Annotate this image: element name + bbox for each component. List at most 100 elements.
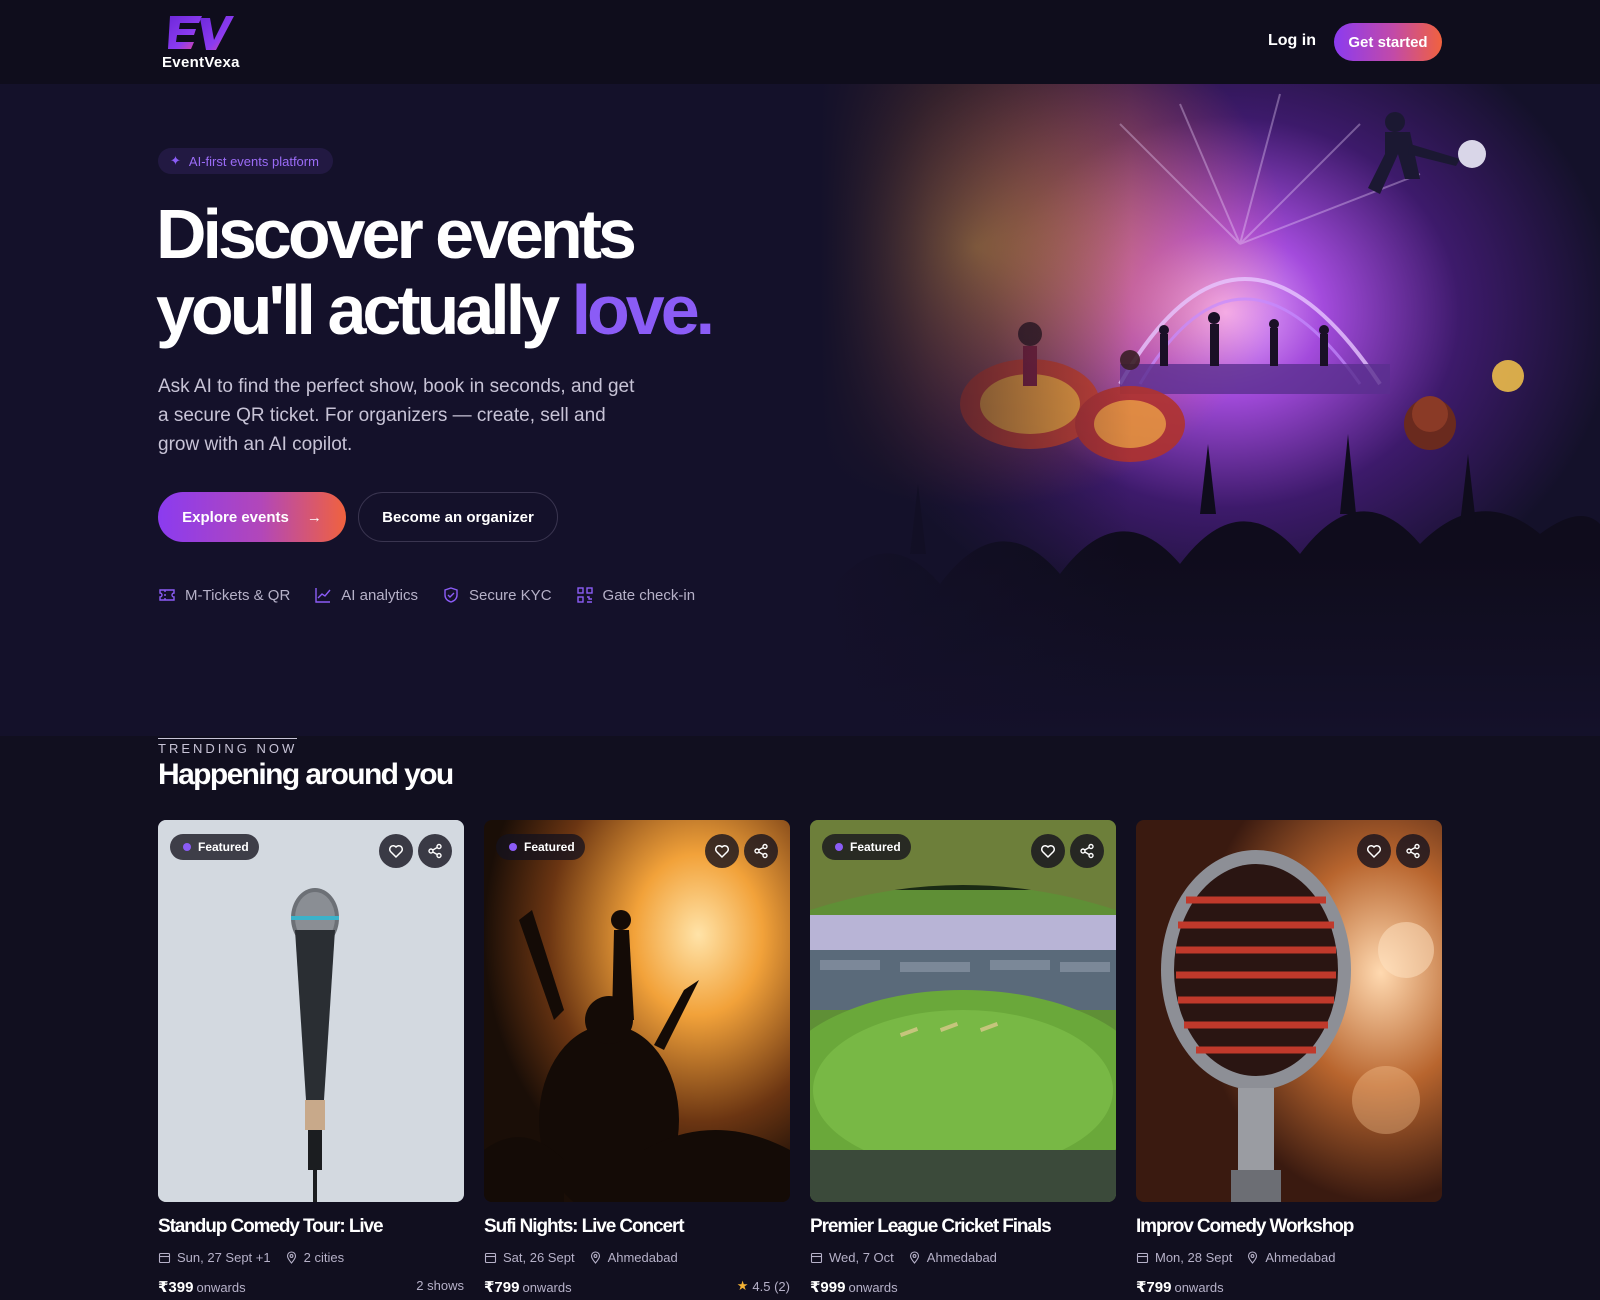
sparkle-icon: ✦ bbox=[170, 153, 181, 168]
feature-list: M-Tickets & QR AI analytics Secure KYC G… bbox=[158, 586, 695, 604]
calendar-icon bbox=[810, 1252, 823, 1264]
heart-icon bbox=[1366, 844, 1382, 859]
calendar-icon bbox=[1136, 1252, 1149, 1264]
heart-icon bbox=[388, 844, 404, 859]
event-card[interactable]: Featured Premier League Cricket Finals W… bbox=[810, 820, 1116, 1300]
share-button[interactable] bbox=[1396, 834, 1430, 868]
logo-mark-icon bbox=[168, 16, 234, 50]
ai-badge-label: AI-first events platform bbox=[188, 153, 319, 169]
hero-title-line1: Discover events bbox=[156, 195, 637, 273]
event-extra-text: 2 shows bbox=[416, 1278, 464, 1293]
event-image[interactable]: Featured bbox=[810, 820, 1116, 1202]
event-date: Sun, 27 Sept +1 bbox=[158, 1250, 271, 1265]
event-price-suffix: onwards bbox=[848, 1280, 898, 1295]
hero-section: ✦ AI-first events platform Discover even… bbox=[0, 84, 1600, 736]
event-price-amount: ₹999 bbox=[810, 1279, 846, 1296]
trending-title: Happening around you bbox=[158, 758, 454, 791]
event-price: ₹799 onwards bbox=[484, 1278, 572, 1296]
brand-logo[interactable]: EventVexa bbox=[162, 14, 252, 71]
qr-code-icon bbox=[576, 587, 593, 603]
favorite-button[interactable] bbox=[379, 834, 413, 868]
featured-badge: Featured bbox=[170, 834, 259, 860]
event-date-text: Wed, 7 Oct bbox=[829, 1250, 894, 1265]
ticket-icon bbox=[159, 589, 175, 601]
map-pin-icon bbox=[909, 1251, 919, 1264]
event-extra-text: 4.5 (2) bbox=[752, 1278, 790, 1294]
event-location: Ahmedabad bbox=[589, 1250, 678, 1265]
event-date: Wed, 7 Oct bbox=[810, 1250, 894, 1265]
event-date: Sat, 26 Sept bbox=[484, 1250, 575, 1265]
event-price-amount: ₹799 bbox=[1136, 1279, 1172, 1296]
event-price-suffix: onwards bbox=[1174, 1280, 1224, 1295]
heart-icon bbox=[1040, 844, 1056, 859]
event-date-text: Sun, 27 Sept +1 bbox=[177, 1250, 271, 1265]
hero-image-fade bbox=[820, 84, 1600, 736]
chart-line-icon bbox=[315, 588, 331, 603]
event-card[interactable]: Featured Sufi Nights: Live Concert Sat, … bbox=[484, 820, 790, 1300]
event-rating: ★ 4.5 (2) bbox=[737, 1278, 790, 1294]
event-date: Mon, 28 Sept bbox=[1136, 1250, 1232, 1265]
share-button[interactable] bbox=[1070, 834, 1104, 868]
become-organizer-button[interactable]: Become an organizer bbox=[358, 492, 558, 542]
map-pin-icon bbox=[286, 1251, 296, 1264]
share-button[interactable] bbox=[744, 834, 778, 868]
event-location: Ahmedabad bbox=[908, 1250, 997, 1265]
favorite-button[interactable] bbox=[1031, 834, 1065, 868]
event-location-text: 2 cities bbox=[303, 1250, 345, 1265]
feature-label: Secure KYC bbox=[468, 586, 552, 604]
trending-kicker: TRENDING NOW bbox=[158, 738, 298, 756]
share-icon bbox=[1406, 843, 1420, 859]
concert-photo bbox=[484, 820, 790, 1202]
event-card-list: Featured Standup Comedy Tour: Live Sun, … bbox=[158, 820, 1442, 1300]
event-image[interactable] bbox=[1136, 820, 1442, 1202]
feature-label: AI analytics bbox=[341, 586, 418, 604]
event-card[interactable]: Featured Standup Comedy Tour: Live Sun, … bbox=[158, 820, 464, 1300]
vintage-microphone-photo bbox=[1136, 820, 1442, 1202]
share-icon bbox=[428, 843, 442, 859]
map-pin-icon bbox=[590, 1251, 600, 1264]
cricket-stadium-photo bbox=[810, 820, 1116, 1202]
event-location-text: Ahmedabad bbox=[926, 1250, 997, 1265]
event-price: ₹399 onwards bbox=[158, 1278, 246, 1296]
feature-ai-analytics: AI analytics bbox=[314, 586, 418, 604]
event-price: ₹799 onwards bbox=[1136, 1278, 1224, 1296]
event-price-amount: ₹799 bbox=[484, 1279, 520, 1296]
feature-label: M-Tickets & QR bbox=[185, 586, 291, 604]
event-title[interactable]: Premier League Cricket Finals bbox=[810, 1216, 1052, 1238]
hero-subtitle: Ask AI to find the perfect show, book in… bbox=[158, 376, 635, 455]
event-meta: Sat, 26 Sept Ahmedabad bbox=[484, 1250, 678, 1265]
hero-title-highlight: love. bbox=[571, 271, 716, 349]
favorite-button[interactable] bbox=[705, 834, 739, 868]
feature-label: Gate check-in bbox=[602, 586, 696, 604]
favorite-button[interactable] bbox=[1357, 834, 1391, 868]
arrow-right-icon: → bbox=[306, 508, 322, 526]
event-title[interactable]: Standup Comedy Tour: Live bbox=[158, 1216, 384, 1238]
get-started-button[interactable]: Get started bbox=[1334, 23, 1442, 61]
calendar-icon bbox=[484, 1252, 497, 1264]
login-link[interactable]: Log in bbox=[1268, 32, 1316, 50]
event-title[interactable]: Sufi Nights: Live Concert bbox=[484, 1216, 685, 1238]
explore-events-button[interactable]: Explore events → bbox=[158, 492, 346, 542]
event-price-amount: ₹399 bbox=[158, 1279, 194, 1296]
map-pin-icon bbox=[1248, 1251, 1258, 1264]
share-icon bbox=[1080, 843, 1094, 859]
event-meta: Sun, 27 Sept +1 2 cities bbox=[158, 1250, 344, 1265]
share-button[interactable] bbox=[418, 834, 452, 868]
feature-secure-kyc: Secure KYC bbox=[442, 586, 552, 604]
event-shows-count: 2 shows bbox=[416, 1278, 464, 1293]
event-date-text: Mon, 28 Sept bbox=[1155, 1250, 1233, 1265]
event-image[interactable]: Featured bbox=[484, 820, 790, 1202]
event-date-text: Sat, 26 Sept bbox=[503, 1250, 575, 1265]
featured-badge: Featured bbox=[822, 834, 911, 860]
event-title[interactable]: Improv Comedy Workshop bbox=[1136, 1216, 1354, 1238]
event-image[interactable]: Featured bbox=[158, 820, 464, 1202]
feature-gate-checkin: Gate check-in bbox=[576, 586, 696, 604]
brand-name: EventVexa bbox=[162, 54, 240, 71]
feature-mtickets: M-Tickets & QR bbox=[158, 586, 290, 604]
event-location: 2 cities bbox=[285, 1250, 344, 1265]
calendar-icon bbox=[158, 1252, 171, 1264]
heart-icon bbox=[714, 844, 730, 859]
event-card[interactable]: Improv Comedy Workshop Mon, 28 Sept Ahme… bbox=[1136, 820, 1442, 1300]
share-icon bbox=[754, 843, 768, 859]
hero-title: Discover events you'll actually love. bbox=[156, 196, 856, 348]
